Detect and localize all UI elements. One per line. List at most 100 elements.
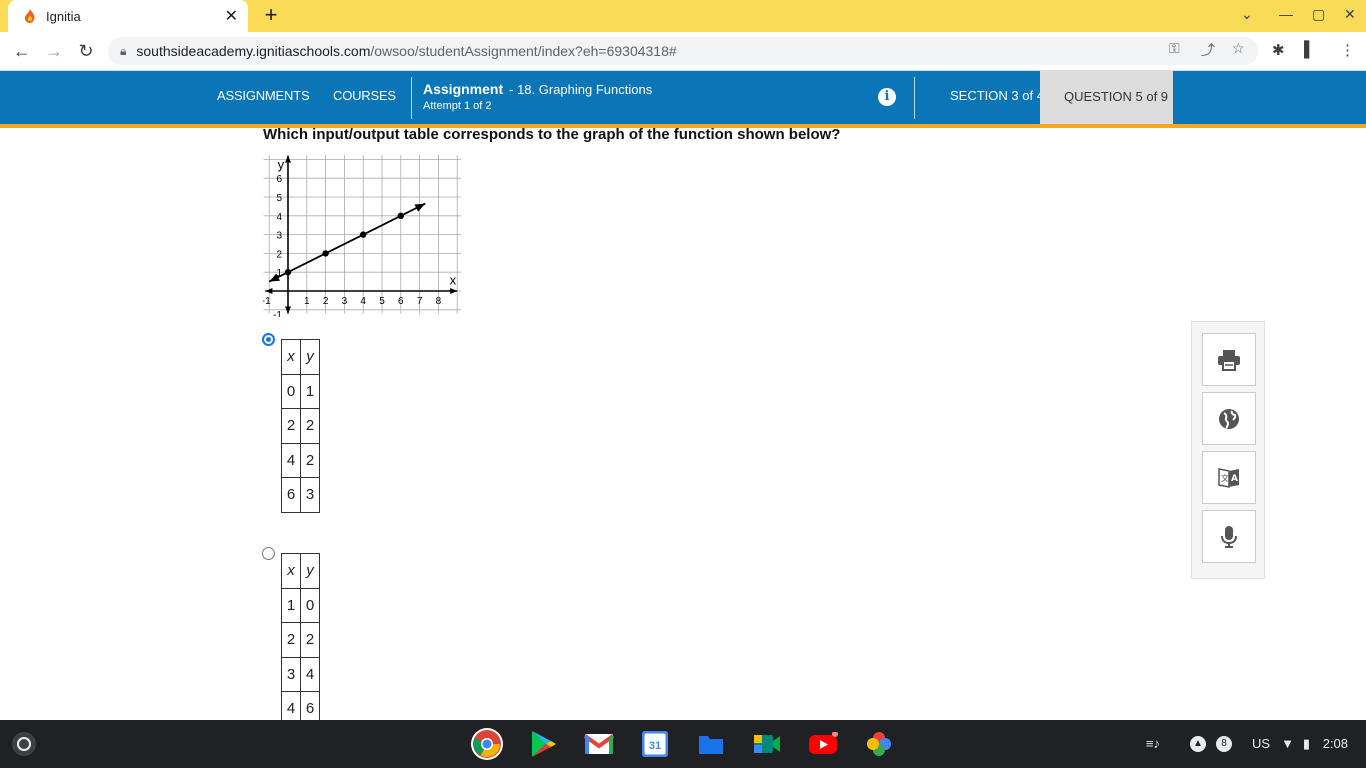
- close-tab-icon[interactable]: ✕: [225, 6, 238, 26]
- meet-icon[interactable]: [751, 728, 783, 760]
- option-1-radio[interactable]: [262, 333, 275, 346]
- calendar-icon[interactable]: 31: [639, 728, 671, 760]
- minimize-icon[interactable]: —: [1279, 6, 1293, 22]
- section-indicator[interactable]: SECTION 3 of 4: [950, 88, 1044, 103]
- question-indicator[interactable]: QUESTION 5 of 9: [1040, 71, 1173, 128]
- nav-assignments[interactable]: ASSIGNMENTS: [217, 88, 310, 103]
- x-tick-label: 8: [436, 296, 442, 307]
- app-header: ASSIGNMENTS COURSES Assignment - 18. Grap…: [0, 71, 1366, 128]
- browser-toolbar: ← → ↻ 🔒︎ southsideacademy.ignitiaschools…: [0, 32, 1366, 71]
- translate-button[interactable]: 文A: [1202, 451, 1256, 504]
- option-2-table: xy 10 22 34 46: [281, 553, 320, 727]
- x-tick-label: -1: [263, 296, 271, 307]
- y-tick-label: -1: [273, 310, 282, 317]
- reload-icon[interactable]: ↻: [74, 40, 98, 62]
- url-text: southsideacademy.ignitiaschools.com/owso…: [136, 43, 677, 59]
- share-icon[interactable]: ⤴: [1201, 40, 1215, 60]
- y-tick-label: 2: [276, 249, 282, 260]
- table-row: 01: [281, 373, 320, 409]
- speech-button[interactable]: [1202, 510, 1256, 563]
- table-row: 22: [281, 622, 320, 658]
- y-axis-label: y: [278, 157, 285, 172]
- clock: 2:08: [1322, 736, 1348, 751]
- x-tick-label: 2: [323, 296, 329, 307]
- line-arrow: [414, 203, 426, 212]
- key-icon[interactable]: ⚿: [1169, 40, 1180, 57]
- svg-text:文: 文: [1221, 473, 1229, 483]
- gmail-icon[interactable]: [583, 728, 615, 760]
- table-row: 10: [281, 587, 320, 623]
- language-button[interactable]: [1202, 392, 1256, 445]
- files-icon[interactable]: [695, 728, 727, 760]
- option-1-table: xy 01 22 42 63: [281, 339, 320, 513]
- x-tick-label: 7: [417, 296, 423, 307]
- x-axis-arrow: [450, 288, 458, 294]
- y-tick-label: 5: [276, 193, 282, 204]
- play-store-icon[interactable]: [527, 728, 559, 760]
- launcher-icon[interactable]: [12, 732, 36, 756]
- wifi-icon: ▼: [1281, 736, 1294, 751]
- y-tick-label: 3: [276, 231, 282, 242]
- table-header-x: x: [281, 339, 301, 375]
- table-header-y: y: [300, 553, 320, 589]
- back-icon[interactable]: ←: [10, 40, 34, 62]
- x-tick-label: 3: [342, 296, 348, 307]
- keyboard-layout: US: [1251, 736, 1270, 751]
- x-axis-label: x: [450, 272, 457, 287]
- battery-icon: ▮: [1302, 736, 1310, 751]
- lock-icon: 🔒︎: [120, 43, 127, 58]
- youtube-icon[interactable]: [807, 728, 839, 760]
- question-prompt: Which input/output table corresponds to …: [263, 126, 841, 143]
- window-close-icon[interactable]: ✕: [1344, 6, 1356, 23]
- graph-point: [397, 212, 404, 219]
- nav-courses[interactable]: COURSES: [333, 88, 396, 103]
- bookmark-star-icon[interactable]: ☆: [1232, 40, 1245, 57]
- microphone-icon: [1221, 525, 1237, 548]
- print-button[interactable]: [1202, 333, 1256, 386]
- x-tick-label: 6: [398, 296, 404, 307]
- y-tick-label: 4: [276, 212, 282, 223]
- x-tick-label: 1: [304, 296, 310, 307]
- chrome-app-icon[interactable]: [471, 728, 503, 760]
- translate-icon: 文A: [1218, 467, 1239, 488]
- browser-tab-strip: Ignitia ✕ + ⌄ — ▢ ✕: [0, 0, 1366, 32]
- table-row: 63: [281, 477, 320, 513]
- info-icon[interactable]: i: [878, 88, 896, 106]
- restore-icon[interactable]: ▢: [1312, 6, 1325, 23]
- os-taskbar: 31 ≡♪ ▲ 8 US ▼ ▮ 2:08: [0, 720, 1366, 768]
- table-row: 22: [281, 408, 320, 444]
- option-2-radio[interactable]: [262, 547, 275, 560]
- graph-point: [284, 269, 292, 276]
- photos-icon[interactable]: [863, 728, 895, 760]
- x-tick-label: 5: [379, 296, 385, 307]
- tab-search-icon[interactable]: ⌄: [1241, 6, 1253, 23]
- extensions-icon[interactable]: ✱: [1272, 41, 1285, 59]
- table-header-x: x: [281, 553, 301, 589]
- graph-point: [322, 250, 329, 257]
- globe-icon: [1219, 408, 1239, 429]
- flame-icon: [22, 8, 38, 24]
- function-graph: -112345678654321-1xy: [262, 153, 463, 322]
- divider: [411, 77, 412, 119]
- menu-icon[interactable]: ⋮: [1340, 41, 1355, 59]
- upload-icon: ▲: [1190, 736, 1206, 752]
- svg-text:31: 31: [649, 740, 661, 752]
- graph-point: [360, 231, 367, 238]
- table-row: 34: [281, 656, 320, 692]
- print-icon: [1218, 349, 1240, 371]
- svg-text:A: A: [1231, 474, 1238, 484]
- media-controls-icon[interactable]: ≡♪: [1146, 736, 1160, 751]
- graph-svg: -112345678654321-1xy: [262, 153, 461, 321]
- browser-tab[interactable]: Ignitia ✕: [8, 0, 248, 32]
- address-bar[interactable]: 🔒︎ southsideacademy.ignitiaschools.com/o…: [108, 37, 1258, 65]
- new-tab-button[interactable]: +: [260, 4, 282, 28]
- tab-title: Ignitia: [46, 8, 81, 24]
- divider: [914, 77, 915, 119]
- notification-count: 8: [1216, 736, 1232, 752]
- assignment-title: Assignment - 18. Graphing Functions: [423, 81, 653, 97]
- tools-panel: 文A: [1191, 321, 1265, 579]
- forward-icon[interactable]: →: [42, 40, 66, 62]
- table-header-y: y: [300, 339, 320, 375]
- side-panel-icon[interactable]: ▌: [1304, 41, 1315, 58]
- table-row: 42: [281, 442, 320, 478]
